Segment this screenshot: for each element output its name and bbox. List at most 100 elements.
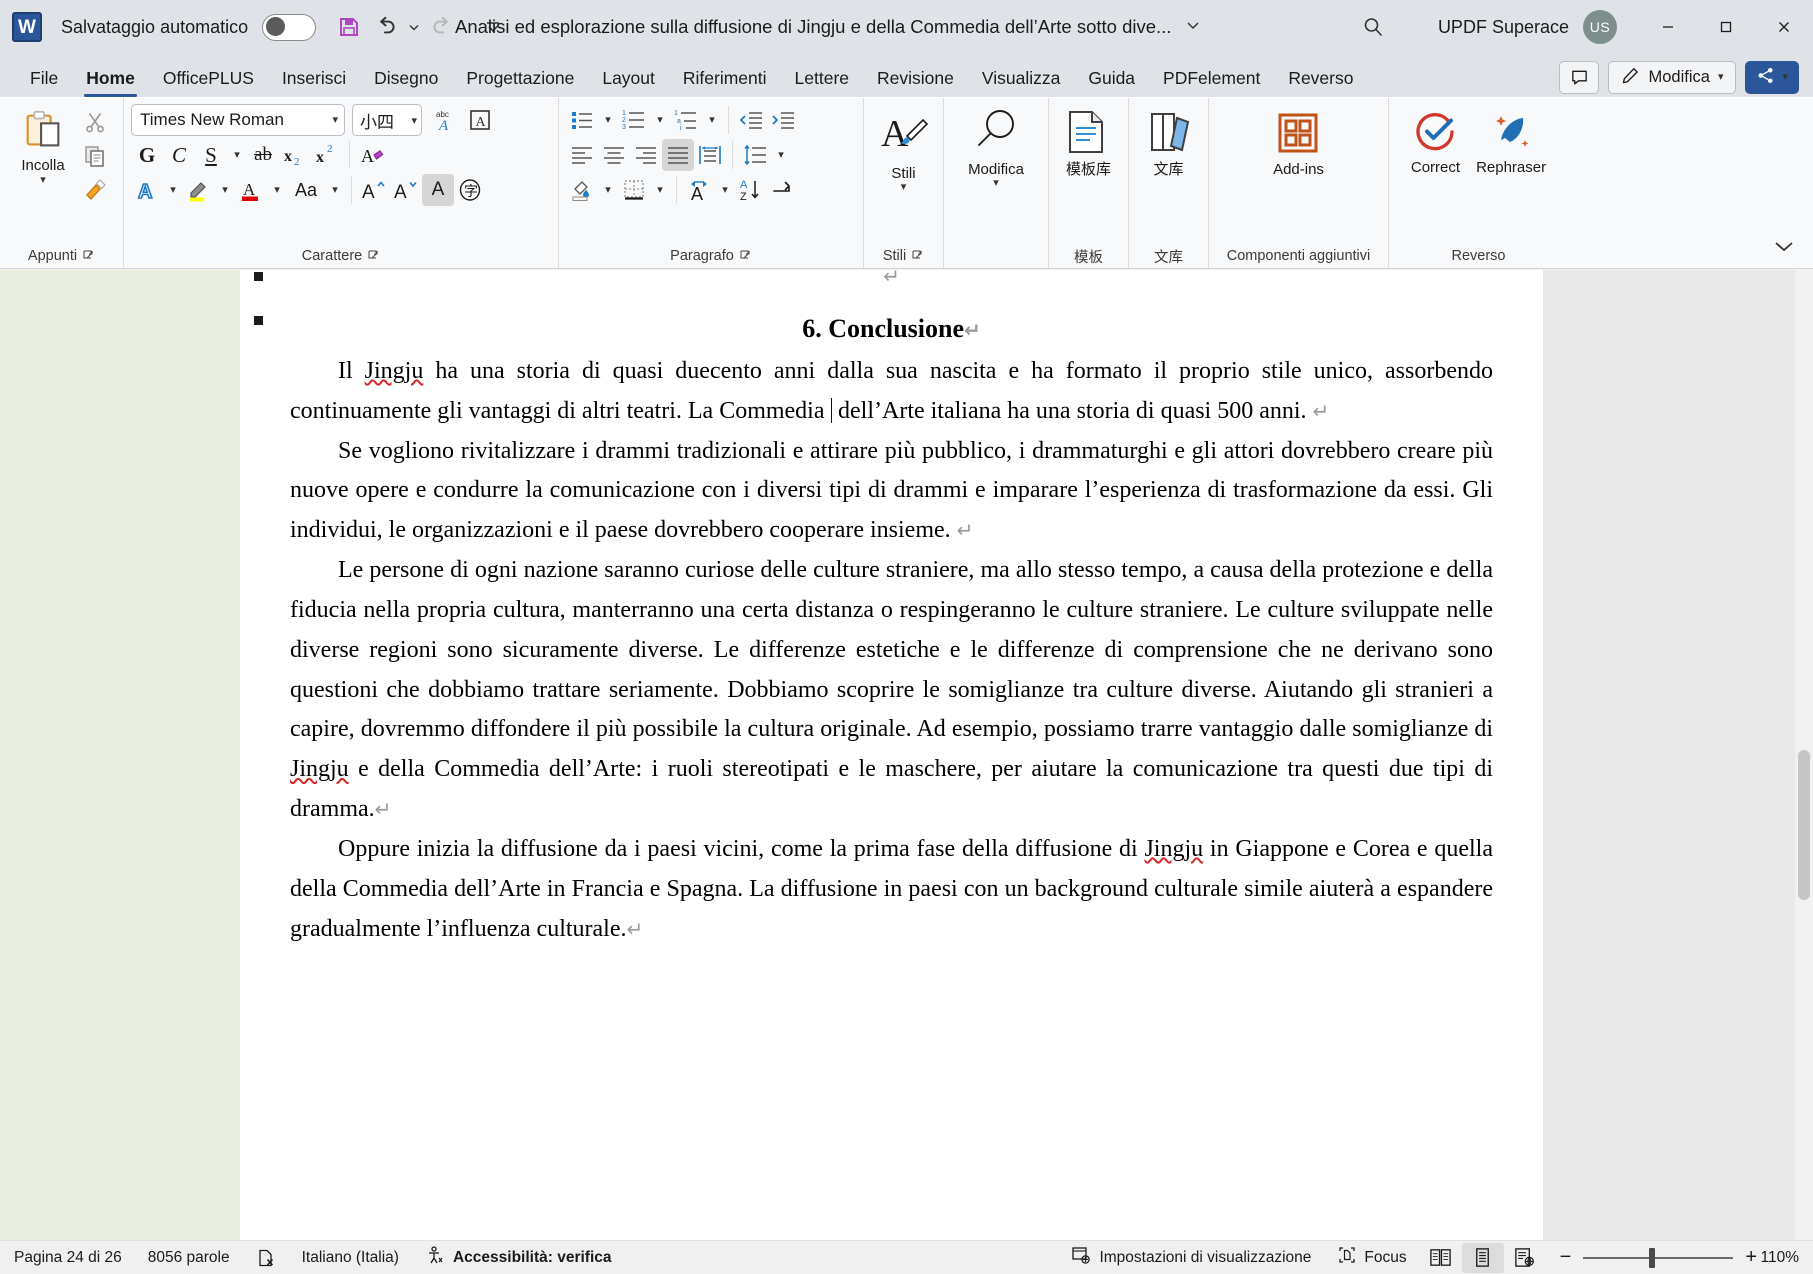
- character-border-icon[interactable]: A: [464, 104, 496, 136]
- multilevel-list-icon[interactable]: 1ai: [670, 104, 702, 136]
- tab-visualizza[interactable]: Visualizza: [968, 59, 1074, 97]
- dialog-launcher-icon[interactable]: [83, 250, 95, 262]
- cut-icon[interactable]: [79, 106, 111, 138]
- decrease-indent-icon[interactable]: [735, 104, 767, 136]
- grow-font-icon[interactable]: A: [358, 174, 390, 206]
- title-dropdown-icon[interactable]: [1185, 17, 1201, 38]
- tab-layout[interactable]: Layout: [588, 59, 669, 97]
- align-left-icon[interactable]: [566, 139, 598, 171]
- zoom-out-button[interactable]: −: [1546, 1246, 1572, 1269]
- tab-pdfelement[interactable]: PDFelement: [1149, 59, 1274, 97]
- tab-home[interactable]: Home: [72, 59, 149, 97]
- shrink-font-icon[interactable]: A: [390, 174, 422, 206]
- paste-chevron-icon[interactable]: ▾: [40, 175, 46, 186]
- underline-button[interactable]: S: [195, 139, 227, 171]
- numbering-icon[interactable]: 123: [618, 104, 650, 136]
- undo-icon[interactable]: [369, 10, 403, 44]
- change-case-icon[interactable]: Aa: [287, 174, 325, 206]
- account-name[interactable]: UPDF Superace: [1438, 17, 1569, 38]
- page-indicator[interactable]: Pagina 24 di 26: [0, 1241, 135, 1274]
- highlight-icon[interactable]: [183, 174, 215, 206]
- superscript-button[interactable]: x2: [311, 139, 343, 171]
- avatar[interactable]: US: [1583, 10, 1617, 44]
- save-icon[interactable]: [332, 10, 366, 44]
- distribute-icon[interactable]: [694, 139, 726, 171]
- zoom-slider-thumb[interactable]: [1649, 1247, 1656, 1268]
- sort-icon[interactable]: AZ: [735, 174, 767, 206]
- search-icon[interactable]: [1350, 15, 1396, 39]
- tab-lettere[interactable]: Lettere: [781, 59, 863, 97]
- shading-dropdown-icon[interactable]: ▾: [598, 174, 618, 206]
- web-layout-icon[interactable]: [1504, 1243, 1546, 1273]
- maximize-button[interactable]: [1697, 0, 1755, 54]
- tab-reverso[interactable]: Reverso: [1274, 59, 1367, 97]
- addins-button[interactable]: Add-ins: [1267, 104, 1330, 182]
- editing-mode-button[interactable]: Modifica ▾: [1608, 61, 1737, 94]
- tab-riferimenti[interactable]: Riferimenti: [669, 59, 781, 97]
- tab-officeplus[interactable]: OfficePLUS: [149, 59, 268, 97]
- document-title-area[interactable]: Analisi ed esplorazione sulla diffusione…: [455, 16, 1201, 38]
- chevron-down-icon[interactable]: ▾: [332, 114, 338, 126]
- tab-guida[interactable]: Guida: [1074, 59, 1149, 97]
- asian-layout-icon[interactable]: A: [683, 174, 715, 206]
- copy-icon[interactable]: [79, 140, 111, 172]
- strikethrough-button[interactable]: ab: [247, 139, 279, 171]
- close-button[interactable]: [1755, 0, 1813, 54]
- document-page[interactable]: ↵ 6. Conclusione↵ Il Jingju ha una stori…: [240, 270, 1543, 1240]
- accessibility-indicator[interactable]: Accessibilità: verifica: [412, 1241, 625, 1274]
- change-case-dropdown-icon[interactable]: ▾: [325, 174, 345, 206]
- tab-progettazione[interactable]: Progettazione: [452, 59, 588, 97]
- paragraph-2[interactable]: Se vogliono rivitalizzare i drammi tradi…: [290, 432, 1493, 551]
- scrollbar-thumb[interactable]: [1798, 750, 1810, 900]
- proofing-errors-icon[interactable]: [243, 1241, 289, 1274]
- subscript-button[interactable]: x2: [279, 139, 311, 171]
- reverso-rephraser-button[interactable]: Rephraser: [1470, 104, 1552, 180]
- character-shading-icon[interactable]: A: [422, 174, 454, 206]
- text-effects-icon[interactable]: A: [131, 174, 163, 206]
- font-color-dropdown-icon[interactable]: ▾: [267, 174, 287, 206]
- styles-button[interactable]: A Stili ▾: [871, 104, 936, 197]
- bullets-icon[interactable]: [566, 104, 598, 136]
- print-layout-icon[interactable]: [1461, 1242, 1504, 1273]
- document-body[interactable]: Il Jingju ha una storia di quasi duecent…: [290, 352, 1493, 949]
- editing-button[interactable]: Modifica ▾: [962, 104, 1030, 193]
- dialog-launcher-icon[interactable]: [912, 250, 924, 262]
- asian-layout-dropdown-icon[interactable]: ▾: [715, 174, 735, 206]
- template-library-button[interactable]: 模板库: [1058, 104, 1120, 182]
- highlight-dropdown-icon[interactable]: ▾: [215, 174, 235, 206]
- format-painter-icon[interactable]: [79, 174, 111, 206]
- dialog-launcher-icon[interactable]: [740, 250, 752, 262]
- underline-dropdown-icon[interactable]: ▾: [227, 139, 247, 171]
- comment-icon[interactable]: [1559, 61, 1600, 94]
- justify-icon[interactable]: [662, 139, 694, 171]
- document-heading[interactable]: 6. Conclusione↵: [290, 314, 1493, 344]
- italic-button[interactable]: C: [163, 139, 195, 171]
- read-mode-icon[interactable]: [1420, 1243, 1462, 1273]
- zoom-slider[interactable]: [1583, 1247, 1734, 1268]
- font-color-icon[interactable]: A: [235, 174, 267, 206]
- line-spacing-dropdown-icon[interactable]: ▾: [771, 139, 791, 171]
- word-count[interactable]: 8056 parole: [135, 1241, 243, 1274]
- borders-icon[interactable]: [618, 174, 650, 206]
- font-size-input[interactable]: 小四 ▾: [352, 104, 422, 136]
- font-name-input[interactable]: Times New Roman ▾: [131, 104, 345, 136]
- undo-dropdown-icon[interactable]: [406, 10, 422, 44]
- shading-icon[interactable]: [566, 174, 598, 206]
- paragraph-3[interactable]: Le persone di ogni nazione saranno curio…: [290, 551, 1493, 830]
- vertical-scrollbar[interactable]: [1795, 270, 1813, 1240]
- enclose-character-icon[interactable]: 字: [454, 174, 486, 206]
- align-center-icon[interactable]: [598, 139, 630, 171]
- language-indicator[interactable]: Italiano (Italia): [289, 1241, 412, 1274]
- paragraph-1[interactable]: Il Jingju ha una storia di quasi duecent…: [290, 352, 1493, 432]
- paste-button[interactable]: Incolla ▾: [7, 104, 79, 190]
- autosave-toggle[interactable]: [262, 13, 317, 41]
- bullets-dropdown-icon[interactable]: ▾: [598, 104, 618, 136]
- multilevel-dropdown-icon[interactable]: ▾: [702, 104, 722, 136]
- borders-dropdown-icon[interactable]: ▾: [650, 174, 670, 206]
- tab-disegno[interactable]: Disegno: [360, 59, 452, 97]
- show-formatting-marks-icon[interactable]: [767, 174, 799, 206]
- chevron-down-icon[interactable]: ▾: [411, 115, 417, 126]
- phonetic-guide-icon[interactable]: abc A: [430, 104, 462, 136]
- styles-chevron-icon[interactable]: ▾: [901, 182, 907, 193]
- share-button[interactable]: ▾: [1745, 61, 1799, 94]
